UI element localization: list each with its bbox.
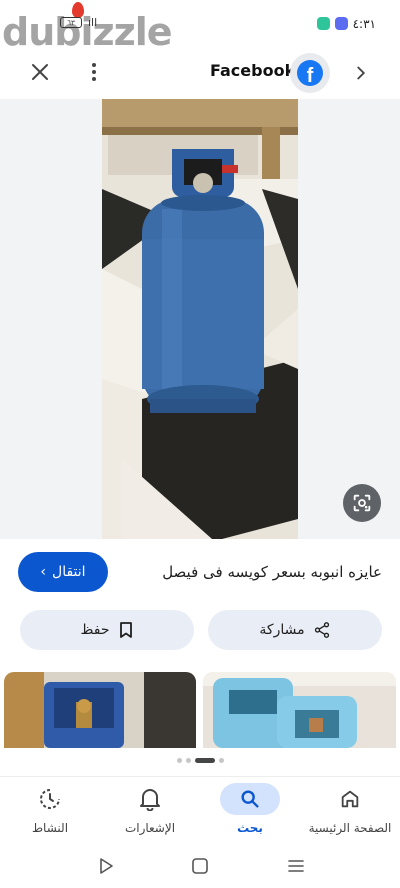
nav-search-label: بحث [237, 821, 263, 835]
nav-home[interactable]: الصفحة الرئيسية [300, 783, 400, 835]
back-triangle-icon[interactable] [96, 856, 116, 876]
signal-icon: ıll [88, 16, 98, 29]
related-image[interactable] [4, 672, 196, 748]
pager-dot [218, 758, 224, 763]
save-button[interactable]: حفظ [20, 610, 194, 650]
nav-notifications-label: الإشعارات [124, 821, 176, 835]
home-square-icon[interactable] [190, 856, 210, 876]
chevron-right-icon[interactable] [350, 62, 372, 84]
viewer-topbar: Facebook f [0, 50, 400, 96]
share-label: مشاركة [259, 622, 305, 638]
gas-cylinder-photo[interactable] [102, 99, 298, 539]
related-image[interactable] [203, 672, 396, 748]
search-icon [241, 790, 259, 808]
source-badge[interactable]: f [290, 53, 330, 93]
pager-dot-active [194, 758, 215, 763]
nav-activity-label: النشاط [31, 821, 69, 835]
lens-search-button[interactable] [343, 484, 381, 522]
recents-icon[interactable] [286, 856, 306, 876]
pager-dot [185, 758, 191, 763]
activity-icon [40, 789, 60, 809]
share-button[interactable]: مشاركة [208, 610, 382, 650]
status-bar: dubizzle ٦٣ ıll ٤:٣١ [0, 0, 400, 54]
app-notification-icon [335, 17, 348, 30]
bookmark-icon [119, 622, 132, 638]
status-indicators: ٦٣ ıll [60, 16, 97, 29]
facebook-logo-icon: f [297, 60, 323, 86]
visit-label: انتقال [52, 564, 86, 580]
close-icon[interactable] [28, 60, 52, 84]
bottom-navigation: النشاط الإشعارات بحث الصفحة الرئيسية [0, 776, 400, 846]
nav-activity[interactable]: النشاط [0, 783, 100, 835]
nav-search[interactable]: بحث [200, 783, 300, 835]
share-icon [314, 622, 329, 638]
bell-icon [140, 789, 160, 811]
source-name: Facebook [210, 61, 296, 80]
nav-home-label: الصفحة الرئيسية [308, 821, 392, 835]
app-notification-icon [317, 17, 330, 30]
lens-icon [353, 494, 371, 512]
save-label: حفظ [80, 622, 110, 638]
image-preview [0, 99, 400, 539]
home-icon [341, 790, 359, 808]
chevron-left-icon: ‹ [40, 564, 47, 580]
pager-dots [0, 758, 400, 763]
battery-icon: ٦٣ [60, 17, 82, 28]
related-images [0, 672, 400, 748]
result-title: عايزه انبوبه بسعر كويسه فى فيصل [162, 563, 382, 581]
system-navigation [0, 846, 400, 888]
pager-dot [176, 758, 182, 763]
status-time: ٤:٣١ [352, 17, 376, 31]
visit-button[interactable]: ‹ انتقال [18, 552, 108, 592]
more-vert-icon[interactable] [82, 60, 106, 84]
nav-notifications[interactable]: الإشعارات [100, 783, 200, 835]
